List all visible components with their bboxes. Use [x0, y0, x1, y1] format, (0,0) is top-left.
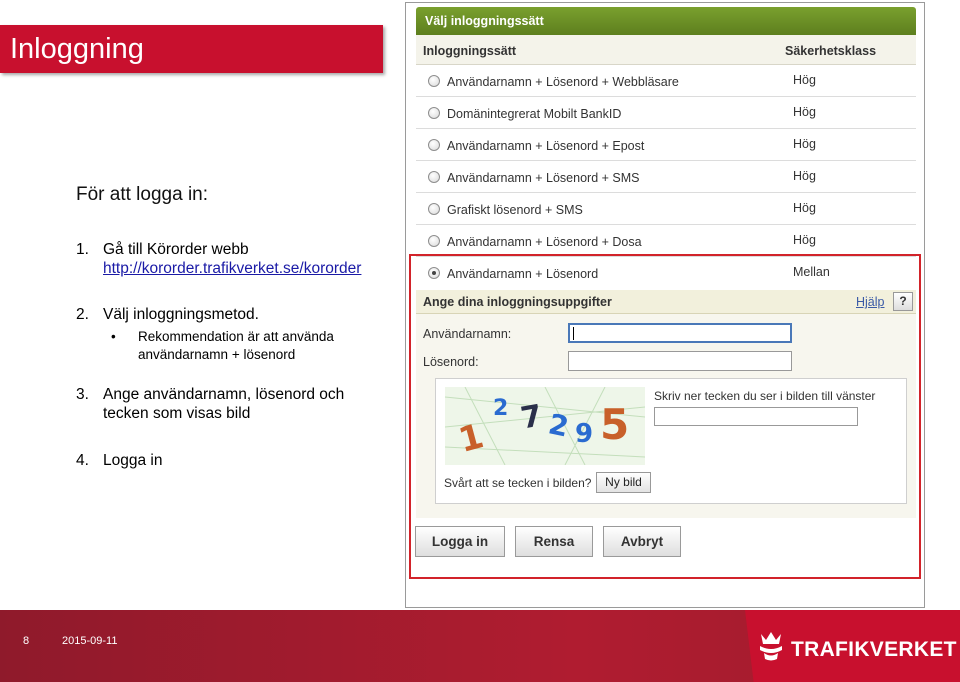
method-label: Användarnamn + Lösenord + Epost [447, 139, 645, 153]
method-row[interactable]: Användarnamn + Lösenord + Webbläsare Hög [416, 65, 916, 97]
crown-icon [760, 632, 782, 661]
security-class: Hög [793, 169, 816, 183]
method-radio[interactable] [428, 139, 440, 151]
method-radio[interactable] [428, 75, 440, 87]
column-method: Inloggningssätt [423, 44, 517, 58]
slide-date: 2015-09-11 [62, 635, 118, 647]
step-number: 2. [76, 306, 89, 323]
method-table-header: Inloggningssätt Säkerhetsklass [416, 35, 916, 65]
step-text: Ange användarnamn, lösenord och [103, 386, 345, 403]
step-text: Gå till Körorder webb [103, 241, 249, 258]
method-label: Användarnamn + Lösenord + Webbläsare [447, 75, 679, 89]
intro-text: För att logga in: [76, 184, 209, 205]
security-class: Hög [793, 201, 816, 215]
security-class: Hög [793, 73, 816, 87]
step-number: 1. [76, 241, 89, 258]
method-label: Användarnamn + Lösenord + SMS [447, 171, 640, 185]
method-row[interactable]: Grafiskt lösenord + SMS Hög [416, 193, 916, 225]
security-class: Hög [793, 233, 816, 247]
column-security: Säkerhetsklass [785, 44, 877, 58]
login-form-screenshot: Välj inloggningssätt Inloggningssätt Säk… [405, 2, 925, 608]
security-class: Hög [793, 137, 816, 151]
kororder-link[interactable]: http://kororder.trafikverket.se/kororder [103, 260, 361, 277]
login-method-header: Välj inloggningssätt [416, 7, 916, 35]
method-radio[interactable] [428, 235, 440, 247]
brand-name: TRAFIKVERKET [791, 638, 957, 661]
trafikverket-logo: TRAFIKVERKET [745, 610, 960, 682]
bullet-text: Rekommendation är att använda [138, 329, 334, 344]
page-number: 8 [23, 635, 30, 647]
security-class: Hög [793, 105, 816, 119]
method-label: Domänintegrerat Mobilt BankID [447, 107, 622, 121]
login-method-title: Välj inloggningssätt [425, 14, 544, 28]
slide-title: Inloggning [10, 33, 144, 65]
selection-highlight [409, 254, 921, 579]
slide-title-banner: Inloggning [0, 25, 383, 73]
step-number: 3. [76, 386, 89, 403]
step-text: Välj inloggningsmetod. [103, 306, 259, 323]
step-number: 4. [76, 452, 89, 469]
bullet-text: användarnamn + lösenord [138, 347, 296, 362]
step-text: Logga in [103, 452, 163, 469]
method-radio[interactable] [428, 171, 440, 183]
method-label: Grafiskt lösenord + SMS [447, 203, 583, 217]
slide-footer: 8 2015-09-11 TRAFIKVERKET [0, 610, 960, 682]
method-radio[interactable] [428, 107, 440, 119]
method-row[interactable]: Domänintegrerat Mobilt BankID Hög [416, 97, 916, 129]
method-row[interactable]: Användarnamn + Lösenord + Epost Hög [416, 129, 916, 161]
method-row[interactable]: Användarnamn + Lösenord + SMS Hög [416, 161, 916, 193]
method-label: Användarnamn + Lösenord + Dosa [447, 235, 642, 249]
method-radio[interactable] [428, 203, 440, 215]
bullet-dot: • [111, 329, 116, 344]
method-row[interactable]: Användarnamn + Lösenord + Dosa Hög [416, 225, 916, 257]
step-text: tecken som visas bild [103, 405, 251, 422]
